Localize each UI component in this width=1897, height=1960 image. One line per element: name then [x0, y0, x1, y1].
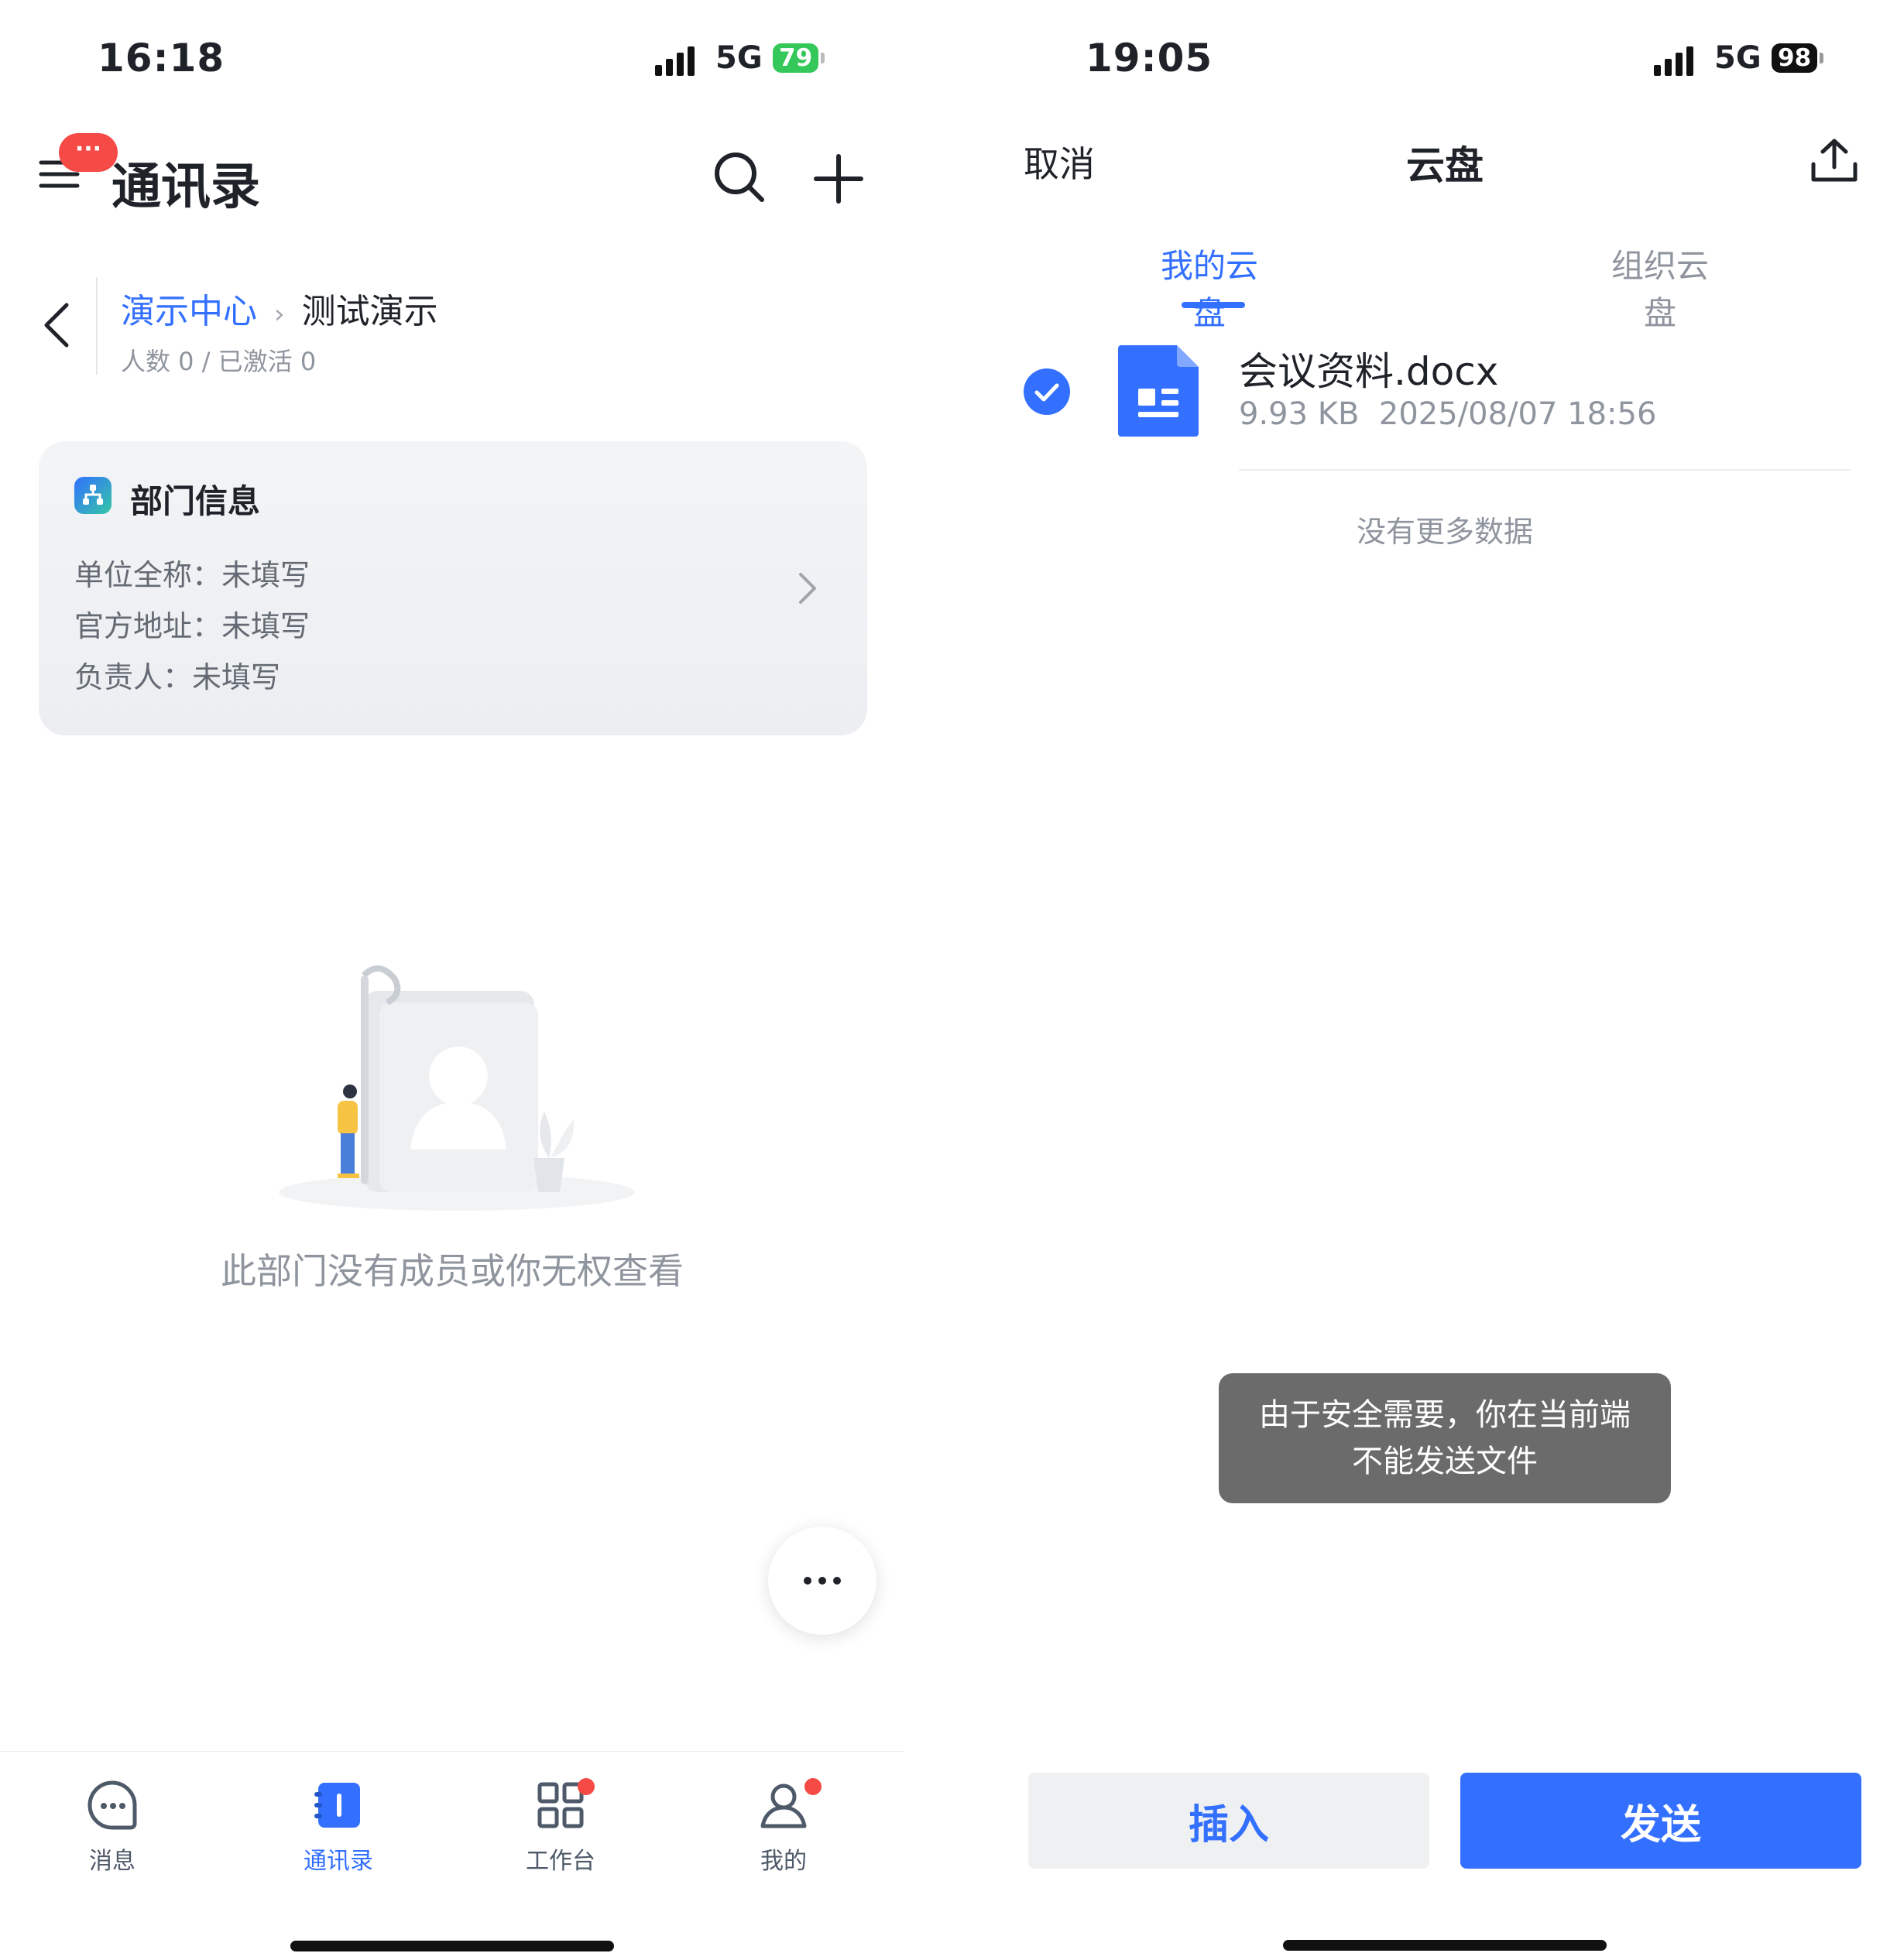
- field-full-name: 单位全称：未填写: [74, 550, 310, 601]
- tab-workspace[interactable]: 工作台: [483, 1778, 638, 1876]
- divider: [96, 277, 98, 375]
- file-meta: 9.93 KB 2025/08/07 18:56: [1239, 396, 1656, 432]
- tab-label: 我的: [760, 1848, 807, 1875]
- cloud-disk-screen: 19:05 5G 98 取消 云盘 我的云盘 组织云盘 会议资料.docx 9.…: [993, 0, 1897, 1960]
- field-value: 未填写: [192, 660, 281, 694]
- page-title: 通讯录: [111, 159, 260, 216]
- battery-icon: 98: [1772, 43, 1824, 73]
- checkbox-checked[interactable]: [1024, 368, 1070, 415]
- home-indicator: [1283, 1940, 1607, 1951]
- more-dots-icon: [804, 1577, 841, 1585]
- signal-icon: [1654, 45, 1693, 76]
- tab-org-disk[interactable]: 组织云盘: [1598, 240, 1722, 334]
- docx-file-icon: [1118, 345, 1199, 440]
- breadcrumb-parent[interactable]: 演示中心: [121, 292, 257, 331]
- breadcrumb: 演示中心 › 测试演示: [121, 283, 438, 333]
- more-button[interactable]: [768, 1527, 876, 1635]
- search-icon[interactable]: [712, 150, 767, 207]
- field-value: 未填写: [221, 558, 310, 592]
- notification-dot: [804, 1778, 822, 1795]
- network-label: 5G: [715, 40, 763, 76]
- page-title: 云盘: [1406, 143, 1484, 188]
- file-date: 2025/08/07 18:56: [1378, 396, 1657, 432]
- tab-my-disk[interactable]: 我的云盘: [1147, 240, 1271, 334]
- tab-contacts[interactable]: 通讯录: [261, 1778, 416, 1876]
- status-time: 19:05: [1086, 36, 1213, 81]
- battery-level: 98: [1772, 43, 1818, 73]
- no-more-data: 没有更多数据: [1356, 515, 1533, 549]
- upload-icon[interactable]: [1809, 136, 1860, 187]
- add-icon[interactable]: [813, 153, 864, 207]
- file-row[interactable]: 会议资料.docx 9.93 KB 2025/08/07 18:56: [1024, 341, 1897, 472]
- tab-label: 消息: [89, 1848, 136, 1875]
- contacts-screen: 16:18 5G 79 ··· 通讯录 演示中心 › 测试演示 人数 0 / 已…: [0, 0, 904, 1960]
- file-name: 会议资料.docx: [1239, 349, 1499, 394]
- security-toast: 由于安全需要，你在当前端 不能发送文件: [1219, 1373, 1671, 1503]
- card-title: 部门信息: [130, 482, 261, 520]
- back-icon[interactable]: [40, 300, 74, 353]
- empty-contacts-illustration: [263, 960, 650, 1218]
- field-value: 未填写: [221, 609, 310, 643]
- check-icon: [1034, 383, 1059, 402]
- menu-badge: ···: [59, 133, 118, 172]
- home-indicator: [290, 1941, 614, 1951]
- tab-messages[interactable]: 消息: [35, 1778, 190, 1876]
- profile-icon: [760, 1784, 807, 1828]
- battery-icon: 79: [773, 43, 825, 73]
- department-info-card[interactable]: 部门信息 单位全称：未填写 官方地址：未填写 负责人：未填写: [39, 441, 867, 735]
- tab-indicator: [1182, 302, 1245, 308]
- contacts-icon: [314, 1783, 360, 1828]
- file-size: 9.93 KB: [1239, 396, 1360, 432]
- field-label: 负责人：: [74, 660, 193, 694]
- tab-label: 通讯录: [304, 1848, 373, 1875]
- tab-profile[interactable]: 我的: [706, 1778, 861, 1876]
- chevron-right-icon: [796, 570, 819, 610]
- tab-label: 工作台: [526, 1848, 595, 1875]
- breadcrumb-current: 测试演示: [301, 292, 438, 331]
- empty-state-text: 此部门没有成员或你无权查看: [221, 1250, 684, 1292]
- field-label: 官方地址：: [74, 609, 222, 643]
- divider: [1239, 469, 1851, 471]
- battery-level: 79: [773, 43, 819, 73]
- send-button[interactable]: 发送: [1460, 1773, 1861, 1869]
- network-label: 5G: [1714, 40, 1762, 76]
- toast-line: 不能发送文件: [1352, 1444, 1538, 1479]
- signal-icon: [655, 45, 695, 76]
- chevron-right-icon: ›: [274, 299, 285, 330]
- toast-line: 由于安全需要，你在当前端: [1259, 1397, 1631, 1433]
- department-icon: [74, 477, 111, 514]
- field-owner: 负责人：未填写: [74, 652, 310, 703]
- status-time: 16:18: [98, 36, 225, 81]
- field-label: 单位全称：: [74, 558, 222, 592]
- field-address: 官方地址：未填写: [74, 601, 310, 652]
- bottom-tab-bar: 消息 通讯录 工作台 我的: [0, 1751, 904, 1960]
- member-count: 人数 0 / 已激活 0: [121, 347, 317, 376]
- insert-button[interactable]: 插入: [1028, 1773, 1429, 1869]
- card-fields: 单位全称：未填写 官方地址：未填写 负责人：未填写: [74, 550, 310, 703]
- message-icon: [87, 1780, 137, 1830]
- notification-dot: [578, 1778, 595, 1795]
